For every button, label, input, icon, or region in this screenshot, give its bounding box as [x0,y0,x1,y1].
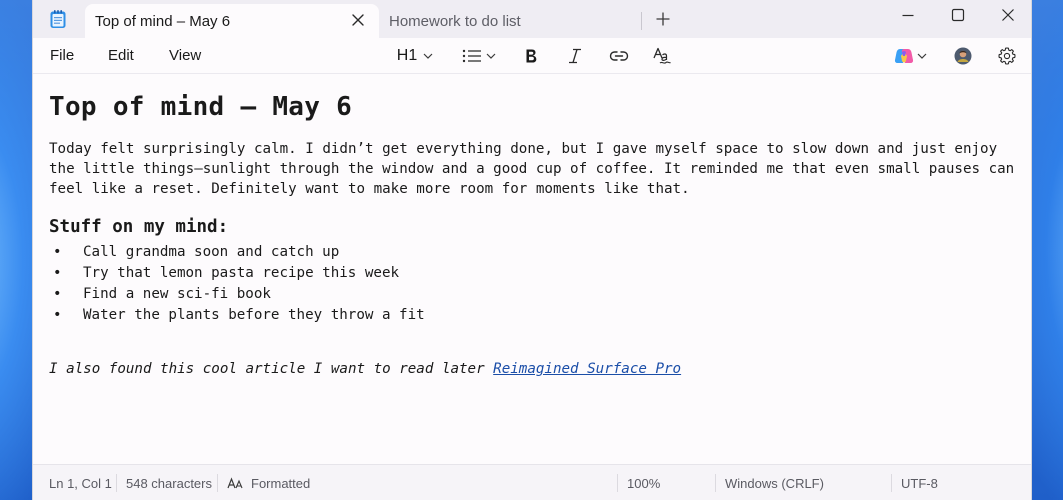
cursor-position[interactable]: Ln 1, Col 1 [49,476,112,491]
close-icon[interactable] [351,13,365,27]
list-item: • Try that lemon pasta recipe this week [49,263,425,284]
list-item-text: Call grandma soon and catch up [83,244,340,260]
close-window-button[interactable] [983,0,1031,30]
status-divider [116,474,117,492]
chevron-down-icon [423,53,433,59]
body-paragraph: Today felt surprisingly calm. I didn’t g… [49,140,1019,199]
list-item: • Call grandma soon and catch up [49,242,425,263]
section-heading: Stuff on my mind: [49,217,229,237]
heading-level: H1 [396,47,418,64]
format-mode[interactable]: Formatted [251,476,310,491]
encoding[interactable]: UTF-8 [901,476,938,491]
list-item: • Water the plants before they throw a fi… [49,305,425,326]
copilot-icon [894,49,913,63]
account-button[interactable] [953,44,973,68]
bullet-glyph: • [53,244,62,260]
list-icon [462,49,481,63]
settings-button[interactable] [995,44,1019,68]
spellcheck-button[interactable] [650,44,674,68]
minimize-icon [902,14,914,17]
tab-top-of-mind[interactable]: Top of mind – May 6 [85,4,379,38]
list-item-text: Try that lemon pasta recipe this week [83,265,400,281]
paragraph-line: the little things—sunlight through the w… [49,160,1015,177]
list-dropdown[interactable] [459,44,499,68]
zoom-level[interactable]: 100% [627,476,660,491]
plus-icon[interactable] [655,10,671,28]
status-divider [217,474,218,492]
article-link[interactable]: Reimagined Surface Pro [493,361,681,377]
tab-divider [641,12,642,30]
bold-button[interactable] [519,44,543,68]
paragraph-line: feel like a reset. Definitely want to ma… [49,180,690,197]
status-bar: Ln 1, Col 1 548 characters Formatted 100… [33,464,1031,500]
list-item-text: Water the plants before they throw a fit [83,307,425,323]
closing-text: I also found this cool article I want to… [49,361,494,377]
close-icon [1002,9,1014,21]
tab-label: Top of mind – May 6 [95,12,231,30]
bold-icon [526,49,537,63]
menu-file[interactable]: File [50,47,74,64]
status-divider [617,474,618,492]
bullet-list: • Call grandma soon and catch up • Try tha… [49,242,425,326]
maximize-icon [951,8,965,22]
menu-edit[interactable]: Edit [108,47,134,64]
list-item: • Find a new sci-fi book [49,284,425,305]
document-title: Top of mind – May 6 [49,92,353,122]
chevron-down-icon [486,53,496,59]
notepad-window: Top of mind – May 6 Homework to do list [32,0,1032,500]
status-divider [715,474,716,492]
menu-view[interactable]: View [169,47,201,64]
copilot-button[interactable] [891,44,929,68]
link-icon [609,51,629,61]
status-divider [891,474,892,492]
heading-dropdown[interactable]: H1 [393,44,437,68]
spellcheck-icon [653,47,671,64]
menu-bar: File Edit View H1 [33,38,1031,74]
minimize-button[interactable] [883,0,933,30]
notepad-icon [50,10,66,28]
paragraph-line: Today felt surprisingly calm. I didn’t g… [49,141,998,157]
gear-icon [998,47,1016,65]
maximize-button[interactable] [933,0,983,30]
bullet-glyph: • [53,265,62,281]
list-item-text: Find a new sci-fi book [83,286,271,302]
tab-label: Homework to do list [389,12,521,30]
title-bar: Top of mind – May 6 Homework to do list [33,0,1031,38]
formatted-icon [227,477,243,489]
chevron-down-icon [917,53,926,59]
avatar [954,47,972,65]
bullet-glyph: • [53,307,62,323]
italic-button[interactable] [563,44,587,68]
closing-line: I also found this cool article I want to… [49,361,681,377]
tab-homework[interactable]: Homework to do list [389,4,641,38]
line-ending[interactable]: Windows (CRLF) [725,476,824,491]
italic-icon [569,48,581,64]
bullet-glyph: • [53,286,62,302]
character-count: 548 characters [126,476,212,491]
link-button[interactable] [607,44,631,68]
editor-area[interactable]: Top of mind – May 6 Today felt surprisin… [33,75,1031,463]
